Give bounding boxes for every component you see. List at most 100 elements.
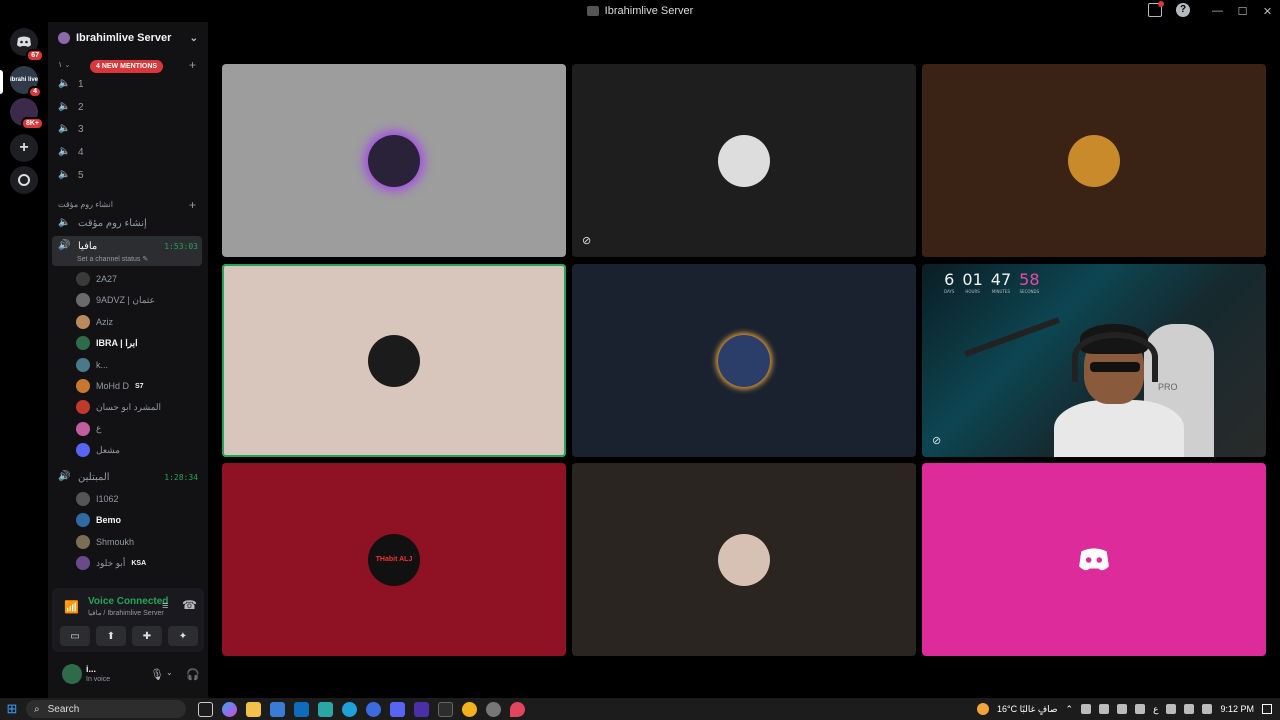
close-button[interactable]: ✕: [1255, 5, 1280, 18]
vpn-icon[interactable]: [366, 701, 381, 717]
voice-channel-1[interactable]: 🔈 1: [58, 75, 84, 93]
avatar[interactable]: [62, 664, 82, 684]
notification-icon[interactable]: [1262, 704, 1272, 714]
tray-icon[interactable]: [1081, 704, 1092, 714]
tray-icon[interactable]: [1099, 704, 1110, 714]
voice-member[interactable]: مشعل: [76, 441, 120, 459]
microphone-icon[interactable]: 🎙: [150, 668, 164, 681]
webcam-tile[interactable]: PRO 6 DAYS 01 HOURS 47 MINUTES 58 SECONDS ⊘: [922, 264, 1266, 457]
volume-icon[interactable]: [1184, 704, 1195, 714]
language-indicator[interactable]: ع: [1153, 704, 1158, 715]
add-server-button[interactable]: +: [10, 134, 38, 162]
voice-member[interactable]: Aziz: [76, 313, 113, 331]
voice-member[interactable]: المشرد ابو حسان: [76, 398, 161, 416]
activities-button[interactable]: ✚: [132, 626, 162, 646]
voice-channel-mafia[interactable]: 🔊 مافيا: [58, 237, 97, 255]
store-icon[interactable]: [270, 701, 285, 717]
server-badge: 8K+: [20, 117, 44, 130]
settings-icon[interactable]: [486, 701, 501, 717]
voice-channel-second[interactable]: 🔊 المبتلين: [58, 468, 110, 486]
screen-share-icon: ⬆: [106, 630, 116, 642]
headphones-icon[interactable]: 🎧: [186, 668, 200, 681]
voice-member[interactable]: k...: [76, 356, 108, 374]
edge-icon[interactable]: [342, 701, 357, 717]
voice-channel-temp[interactable]: 🔈 إنشاء روم مؤقت: [58, 214, 147, 232]
voice-member[interactable]: Bemo: [76, 511, 121, 529]
photos-icon[interactable]: [318, 701, 333, 717]
discover-button[interactable]: [10, 166, 38, 194]
user-status: In voice: [86, 676, 111, 683]
disconnect-icon[interactable]: ☎: [182, 598, 197, 612]
channel-status-hint[interactable]: Set a channel status ✎: [77, 255, 148, 263]
user-name[interactable]: i...: [86, 664, 96, 674]
taskbar-search[interactable]: ⌕ Search: [26, 700, 186, 718]
voice-member[interactable]: أبو خلود KSA: [76, 554, 146, 572]
new-mentions-pill[interactable]: 4 NEW MENTIONS: [90, 60, 164, 73]
tray-icon[interactable]: [1135, 704, 1146, 714]
channel-timer: 1:28:34: [164, 473, 198, 482]
voice-channel-4[interactable]: 🔈 4: [58, 143, 84, 161]
noise-suppression-icon[interactable]: ≡: [162, 600, 168, 612]
avatar: [76, 534, 90, 549]
home-button[interactable]: 67: [10, 28, 44, 62]
channel-sidebar: Ibrahimlive Server ⌄ 4 NEW MENTIONS ١ ⌄ …: [48, 22, 232, 698]
camera-toggle-button[interactable]: ▭: [60, 626, 90, 646]
voice-member[interactable]: MoHd D S7: [76, 377, 144, 395]
category-label: ١ ⌄: [58, 60, 71, 69]
create-channel-button[interactable]: +: [189, 58, 196, 72]
speaker-icon: 🔈: [58, 123, 71, 134]
participant-tile[interactable]: [922, 463, 1266, 656]
copilot-icon[interactable]: [222, 701, 237, 717]
participant-tile[interactable]: [572, 463, 916, 656]
participant-tile[interactable]: [922, 64, 1266, 257]
task-view-icon[interactable]: [198, 701, 213, 717]
voice-member[interactable]: ع: [76, 420, 101, 438]
help-icon[interactable]: ?: [1176, 3, 1190, 17]
weather-text[interactable]: 16°C صافٍ غالبًا: [997, 704, 1058, 715]
outlook-icon[interactable]: [294, 701, 309, 717]
voice-member[interactable]: I1062: [76, 490, 119, 508]
temp-category-label[interactable]: انشاء روم مؤقت: [58, 200, 113, 209]
voice-channel-3[interactable]: 🔈 3: [58, 120, 84, 138]
chrome-icon[interactable]: [462, 701, 477, 717]
maps-pin-icon[interactable]: [510, 701, 525, 717]
wifi-icon[interactable]: [1166, 704, 1177, 714]
voice-channel-2[interactable]: 🔈 2: [58, 98, 84, 116]
chevron-up-icon[interactable]: ⌃: [1066, 704, 1074, 715]
minimize-button[interactable]: —: [1205, 5, 1230, 17]
participant-tile[interactable]: THabit ALJ: [222, 463, 566, 656]
voice-member[interactable]: 9ADVZ | عثمان: [76, 291, 155, 309]
search-icon: ⌕: [34, 703, 40, 715]
server-folder[interactable]: 8K+: [10, 98, 44, 130]
participant-tile-speaking[interactable]: [222, 264, 566, 457]
voice-member[interactable]: IBRA | ابرا: [76, 334, 138, 352]
discord-taskbar-icon[interactable]: [390, 701, 405, 717]
server-ibrahimlive[interactable]: ibrahi live 4: [10, 66, 42, 98]
screen-share-button[interactable]: ⬆: [96, 626, 126, 646]
xbox-icon[interactable]: [438, 701, 453, 717]
kick-icon[interactable]: [414, 701, 429, 717]
participant-tile[interactable]: [222, 64, 566, 257]
voice-member[interactable]: 2A27: [76, 270, 117, 288]
participant-tile[interactable]: ⊘: [572, 64, 916, 257]
speaker-active-icon: 🔊: [58, 240, 71, 251]
inbox-icon[interactable]: [1148, 1, 1164, 17]
participant-avatar: [368, 134, 420, 187]
maximize-button[interactable]: ☐: [1230, 5, 1255, 18]
speaker-icon: 🔈: [58, 146, 71, 157]
voice-member[interactable]: Shmoukh: [76, 533, 134, 551]
participant-avatar: [718, 533, 770, 586]
soundboard-button[interactable]: ✦: [168, 626, 198, 646]
windows-start-icon[interactable]: ⊞: [0, 698, 24, 720]
clock[interactable]: 9:12 PM: [1220, 704, 1254, 714]
chevron-down-icon[interactable]: ⌄: [166, 668, 173, 677]
member-tag: KSA: [131, 559, 147, 567]
file-explorer-icon[interactable]: [246, 701, 261, 717]
participant-tile[interactable]: [572, 264, 916, 457]
create-channel-button[interactable]: +: [189, 198, 196, 212]
battery-icon[interactable]: [1202, 704, 1213, 714]
voice-channel-5[interactable]: 🔈 5: [58, 166, 84, 184]
tray-icon[interactable]: [1117, 704, 1128, 714]
server-header[interactable]: Ibrahimlive Server ⌄: [48, 22, 208, 54]
avatar: [76, 556, 90, 571]
